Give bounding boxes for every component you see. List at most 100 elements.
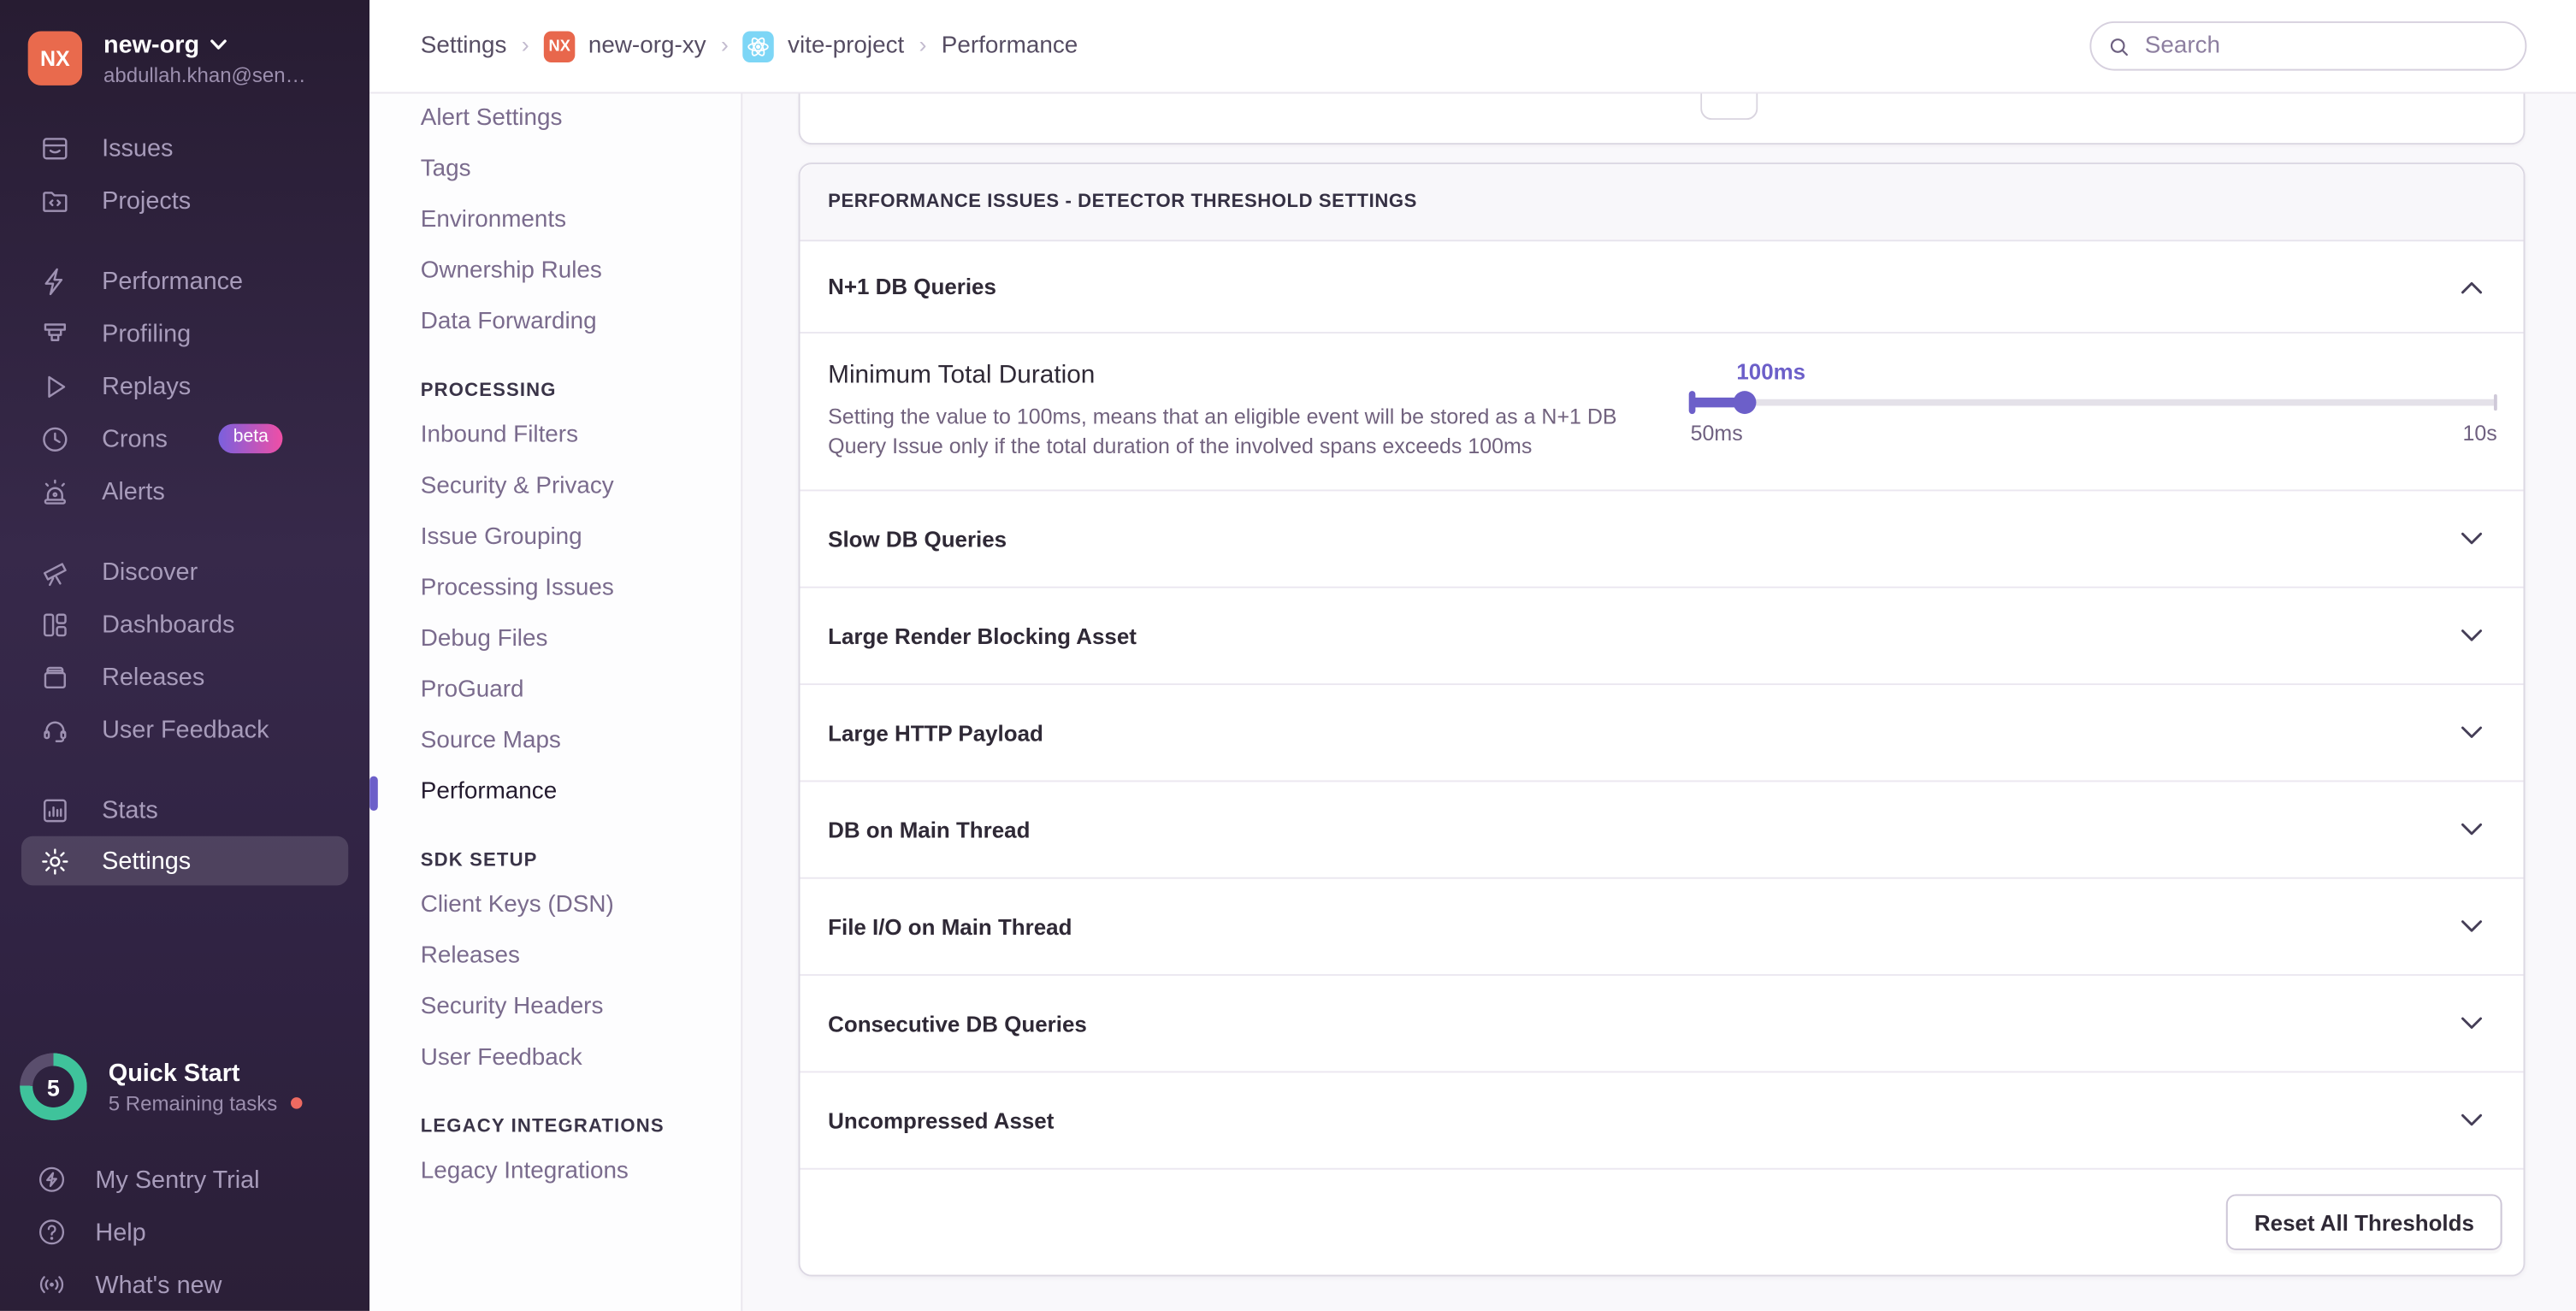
breadcrumb-project[interactable]: vite-project [743, 31, 904, 62]
sidebar-item-profiling[interactable]: Profiling [0, 307, 369, 359]
partially-visible-control[interactable] [1700, 93, 1758, 120]
scrolled-panel-remnant [799, 93, 2526, 145]
sidebar-item-label: What's new [95, 1271, 222, 1299]
quick-start-title: Quick Start [109, 1059, 302, 1089]
sidebar-item-label: User Feedback [102, 716, 269, 744]
primary-nav: Issues Projects Performance Profiling [0, 121, 369, 885]
slider-min-label: 50ms [1691, 421, 1743, 446]
settings-nav-inbound-filters[interactable]: Inbound Filters [369, 410, 741, 462]
chevron-down-icon [2461, 1017, 2483, 1030]
sidebar-item-label: Profiling [102, 320, 191, 348]
settings-nav-alert-settings[interactable]: Alert Settings [369, 93, 741, 145]
org-user-email: abdullah.khan@sen… [103, 64, 306, 87]
bolt-circle-icon [36, 1163, 67, 1196]
react-project-icon [743, 31, 774, 62]
accordion-large-render-blocking-asset[interactable]: Large Render Blocking Asset [800, 588, 2523, 685]
sidebar-item-label: Stats [102, 796, 158, 824]
breadcrumb-separator: › [721, 31, 729, 57]
slider-handle[interactable] [1734, 391, 1757, 414]
setting-description: Setting the value to 100ms, means that a… [828, 403, 1645, 460]
sidebar-item-my-sentry-trial[interactable]: My Sentry Trial [0, 1153, 369, 1205]
settings-nav-client-keys[interactable]: Client Keys (DSN) [369, 881, 741, 932]
stats-icon [39, 794, 70, 825]
chevron-down-icon [211, 39, 227, 50]
notification-dot [291, 1097, 302, 1108]
chevron-up-icon [2461, 281, 2483, 293]
slider-track[interactable] [1691, 399, 2497, 406]
sidebar-item-user-feedback[interactable]: User Feedback [0, 703, 369, 755]
settings-nav-source-maps[interactable]: Source Maps [369, 717, 741, 768]
org-name: new-org [103, 31, 199, 59]
sidebar-item-performance[interactable]: Performance [0, 255, 369, 307]
accordion-consecutive-db-queries[interactable]: Consecutive DB Queries [800, 976, 2523, 1072]
reset-all-thresholds-button[interactable]: Reset All Thresholds [2226, 1195, 2502, 1250]
projects-icon [39, 185, 70, 216]
sidebar-item-help[interactable]: Help [0, 1206, 369, 1258]
sidebar-item-dashboards[interactable]: Dashboards [0, 598, 369, 650]
sidebar-item-releases[interactable]: Releases [0, 651, 369, 703]
sidebar-item-label: Releases [102, 663, 204, 691]
app-window: NX new-org abdullah.khan@sen… Issues Pro… [0, 0, 2576, 1311]
accordion-large-http-payload[interactable]: Large HTTP Payload [800, 685, 2523, 782]
profiling-icon [39, 318, 70, 349]
settings-nav-user-feedback[interactable]: User Feedback [369, 1033, 741, 1084]
alerts-icon [39, 475, 70, 506]
detector-setting-row: Minimum Total Duration Setting the value… [800, 334, 2523, 491]
accordion-file-io-on-main-thread[interactable]: File I/O on Main Thread [800, 879, 2523, 976]
settings-nav-header-processing: PROCESSING [369, 348, 741, 410]
accordion-db-on-main-thread[interactable]: DB on Main Thread [800, 782, 2523, 878]
sidebar-item-crons[interactable]: Crons beta [0, 412, 369, 464]
breadcrumb-separator: › [919, 31, 927, 57]
breadcrumb-settings[interactable]: Settings [421, 32, 507, 59]
panel-footer: Reset All Thresholds [800, 1170, 2523, 1275]
settings-nav-header-sdk-setup: SDK SETUP [369, 818, 741, 881]
user-feedback-icon [39, 714, 70, 745]
accordion-n1-db-queries[interactable]: N+1 DB Queries [800, 241, 2523, 334]
sidebar-item-settings[interactable]: Settings [21, 836, 348, 886]
discover-icon [39, 556, 70, 587]
sidebar-item-label: Discover [102, 558, 198, 586]
quick-start-widget[interactable]: 5 Quick Start 5 Remaining tasks [0, 1053, 369, 1120]
accordion-uncompressed-asset[interactable]: Uncompressed Asset [800, 1072, 2523, 1169]
settings-gear-icon [39, 845, 70, 876]
settings-nav-debug-files[interactable]: Debug Files [369, 614, 741, 665]
sidebar-item-stats[interactable]: Stats [0, 783, 369, 836]
quick-start-subtitle: 5 Remaining tasks [109, 1091, 278, 1114]
settings-nav-security-privacy[interactable]: Security & Privacy [369, 462, 741, 513]
settings-nav-releases[interactable]: Releases [369, 931, 741, 983]
settings-nav-legacy-integrations[interactable]: Legacy Integrations [369, 1147, 741, 1198]
settings-nav-security-headers[interactable]: Security Headers [369, 983, 741, 1034]
settings-nav-processing-issues[interactable]: Processing Issues [369, 564, 741, 615]
settings-nav-environments[interactable]: Environments [369, 196, 741, 247]
breadcrumb-separator: › [522, 31, 529, 57]
sidebar-item-label: Performance [102, 267, 243, 295]
settings-nav-header-legacy: LEGACY INTEGRATIONS [369, 1084, 741, 1147]
accordion-slow-db-queries[interactable]: Slow DB Queries [800, 491, 2523, 588]
sidebar-item-label: Help [95, 1218, 145, 1246]
sidebar-item-whats-new[interactable]: What's new [0, 1258, 369, 1310]
settings-nav-ownership-rules[interactable]: Ownership Rules [369, 246, 741, 298]
sidebar-item-replays[interactable]: Replays [0, 360, 369, 412]
settings-nav-issue-grouping[interactable]: Issue Grouping [369, 512, 741, 564]
search-input[interactable] [2142, 31, 2508, 61]
replays-icon [39, 370, 70, 401]
dashboards-icon [39, 609, 70, 640]
main-content: PERFORMANCE ISSUES - DETECTOR THRESHOLD … [742, 93, 2576, 1310]
breadcrumb-organization[interactable]: NX new-org-xy [544, 31, 706, 62]
org-switcher[interactable]: NX new-org abdullah.khan@sen… [0, 0, 369, 87]
breadcrumb-page: Performance [942, 32, 1078, 59]
sidebar-item-issues[interactable]: Issues [0, 121, 369, 174]
sidebar-item-projects[interactable]: Projects [0, 174, 369, 227]
settings-nav-data-forwarding[interactable]: Data Forwarding [369, 298, 741, 349]
sidebar-item-alerts[interactable]: Alerts [0, 465, 369, 517]
quick-start-progress-ring: 5 [20, 1053, 87, 1120]
org-avatar: NX [28, 31, 82, 85]
sidebar-item-discover[interactable]: Discover [0, 546, 369, 598]
sidebar-item-label: Crons [102, 425, 168, 453]
sidebar-item-label: Issues [102, 134, 173, 162]
settings-nav-tags[interactable]: Tags [369, 145, 741, 196]
slider-start-tick [1689, 391, 1696, 414]
settings-nav-proguard[interactable]: ProGuard [369, 665, 741, 717]
settings-nav-performance[interactable]: Performance [369, 767, 741, 818]
crons-icon [39, 423, 70, 454]
